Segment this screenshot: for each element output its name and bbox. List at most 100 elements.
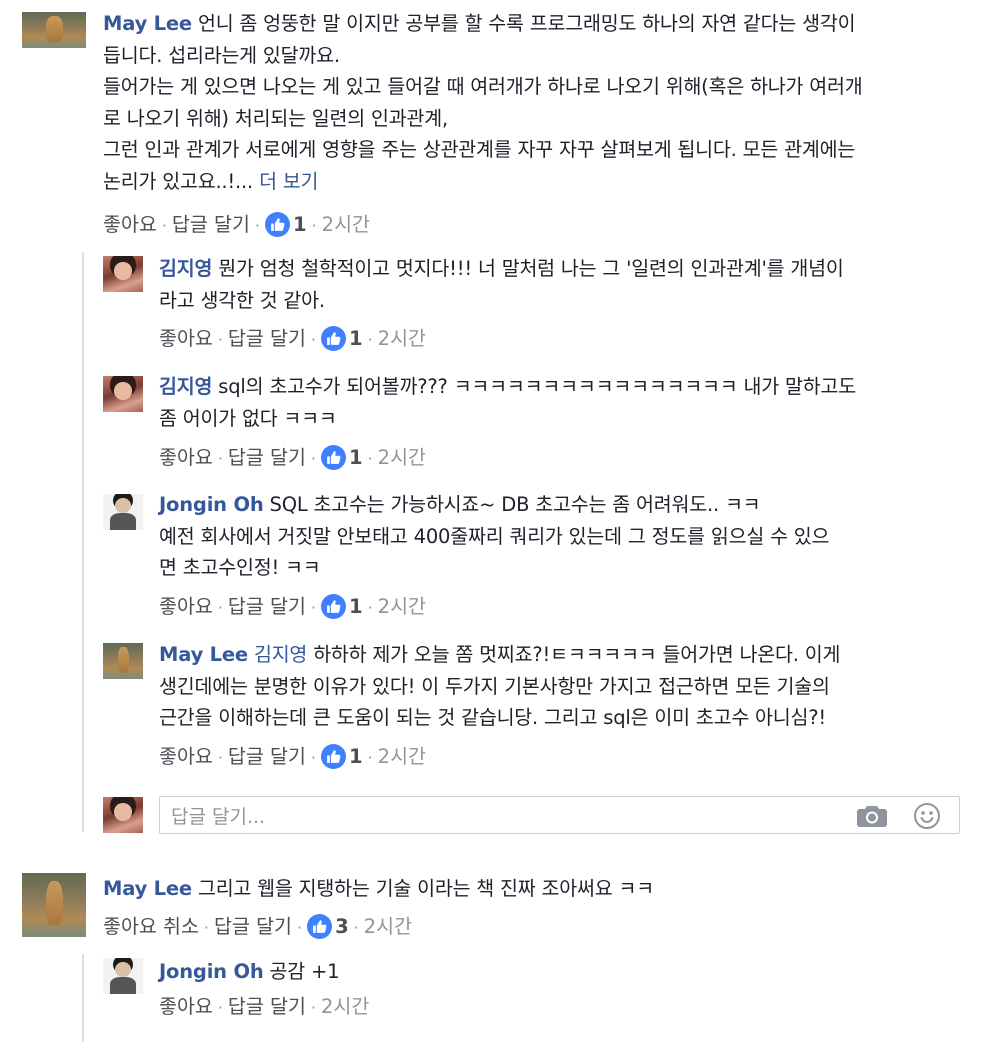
thumbs-up-icon[interactable] <box>307 914 333 939</box>
mention-link[interactable]: 김지영 <box>254 643 307 666</box>
separator: · <box>367 598 373 617</box>
like-button[interactable]: 좋아요 <box>159 446 213 469</box>
timestamp[interactable]: 2시간 <box>378 745 426 768</box>
avatar-kim-jiyoung[interactable] <box>103 376 143 412</box>
timestamp[interactable]: 2시간 <box>378 327 426 350</box>
reply-text: SQL 초고수는 가능하시죠~ DB 초고수는 좀 어려워도.. ㅋㅋ <box>269 493 761 516</box>
timestamp[interactable]: 2시간 <box>322 213 370 236</box>
separator: · <box>311 216 317 235</box>
like-count[interactable]: 1 <box>349 595 363 618</box>
like-button[interactable]: 좋아요 <box>103 213 157 236</box>
thread-line <box>82 954 84 1042</box>
like-button[interactable]: 좋아요 <box>159 595 213 618</box>
reply-actions: 좋아요 · 답글 달기 · 1 · 2시간 <box>159 324 426 355</box>
comment-text: 듭니다. 섭리라는게 있달까요. <box>103 43 340 67</box>
separator: · <box>254 216 260 235</box>
avatar-may-lee[interactable] <box>22 873 86 937</box>
reply-button[interactable]: 답글 달기 <box>228 745 306 768</box>
comment-text: 들어가는 게 있으면 나오는 게 있고 들어갈 때 여러개가 하나로 나오기 위… <box>103 75 863 98</box>
separator: · <box>217 449 223 468</box>
comment: May Lee 그리고 웹을 지탱하는 기술 이라는 책 진짜 조아써요 ㅋㅋ <box>103 873 983 905</box>
reply-input[interactable]: 답글 달기... <box>159 796 960 834</box>
reply-actions: 좋아요 · 답글 달기 · 1 · 2시간 <box>159 742 426 773</box>
separator: · <box>217 748 223 767</box>
comment-author[interactable]: May Lee <box>103 877 192 900</box>
avatar-current-user <box>103 797 143 833</box>
reply-author[interactable]: Jongin Oh <box>159 960 264 983</box>
smiley-icon[interactable] <box>913 802 941 834</box>
timestamp[interactable]: 2시간 <box>321 995 369 1018</box>
comment-actions: 좋아요 · 답글 달기 · 1 · 2시간 <box>103 210 370 241</box>
comment-text: 논리가 있고요..!... <box>103 169 254 193</box>
see-more-link[interactable]: 더 보기 <box>259 170 318 193</box>
separator: · <box>161 216 167 235</box>
avatar-may-lee[interactable] <box>22 12 86 48</box>
reply-button[interactable]: 답글 달기 <box>228 995 306 1018</box>
like-count[interactable]: 1 <box>293 213 307 236</box>
thumbs-up-icon[interactable] <box>320 744 346 769</box>
separator: · <box>310 598 316 617</box>
separator: · <box>203 918 209 937</box>
reply-author[interactable]: 김지영 <box>159 257 212 280</box>
thumbs-up-icon[interactable] <box>320 445 346 470</box>
reply-button[interactable]: 답글 달기 <box>228 327 306 350</box>
reply-button[interactable]: 답글 달기 <box>228 595 306 618</box>
timestamp[interactable]: 2시간 <box>378 446 426 469</box>
reply-actions: 좋아요 · 답글 달기 · 2시간 <box>159 992 369 1023</box>
reply-text: 생긴데에는 분명한 이유가 있다! 이 두가지 기본사항만 가지고 접근하면 모… <box>159 674 830 698</box>
reply-input-placeholder[interactable]: 답글 달기... <box>171 802 265 829</box>
avatar-jongin-oh[interactable] <box>103 958 143 994</box>
comment-text: 그리고 웹을 지탱하는 기술 이라는 책 진짜 조아써요 ㅋㅋ <box>197 877 654 900</box>
like-count[interactable]: 3 <box>335 915 349 938</box>
thread-line <box>82 252 84 832</box>
separator: · <box>310 748 316 767</box>
like-count[interactable]: 1 <box>349 446 363 469</box>
thumbs-up-icon[interactable] <box>320 326 346 351</box>
like-button[interactable]: 좋아요 <box>159 745 213 768</box>
thumbs-up-icon[interactable] <box>264 212 290 237</box>
camera-icon[interactable] <box>857 805 887 831</box>
reply-text: 근간을 이해하는데 큰 도움이 되는 것 같습니당. 그리고 sql은 이미 초… <box>159 706 827 729</box>
timestamp[interactable]: 2시간 <box>378 595 426 618</box>
avatar-kim-jiyoung[interactable] <box>103 256 143 292</box>
separator: · <box>353 918 359 937</box>
unlike-button[interactable]: 좋아요 취소 <box>103 915 199 938</box>
separator: · <box>367 449 373 468</box>
reply-button[interactable]: 답글 달기 <box>214 915 292 938</box>
reply-text: 예전 회사에서 거짓말 안보태고 400줄짜리 쿼리가 있는데 그 정도를 읽으… <box>159 524 830 548</box>
comment-author[interactable]: May Lee <box>103 12 192 35</box>
reply: 김지영 sql의 초고수가 되어볼까??? ㅋㅋㅋㅋㅋㅋㅋㅋㅋㅋㅋㅋㅋㅋㅋㅋ 내… <box>159 371 959 434</box>
reply-author[interactable]: May Lee <box>159 643 248 666</box>
like-count[interactable]: 1 <box>349 327 363 350</box>
like-button[interactable]: 좋아요 <box>159 995 213 1018</box>
reply: Jongin Oh 공감 +1 <box>159 956 959 988</box>
reply: Jongin Oh SQL 초고수는 가능하시죠~ DB 초고수는 좀 어려워도… <box>159 489 959 584</box>
reply-author[interactable]: Jongin Oh <box>159 493 264 516</box>
comment-text: 언니 좀 엉뚱한 말 이지만 공부를 할 수록 프로그래밍도 하나의 자연 같다… <box>197 12 856 35</box>
reply-button[interactable]: 답글 달기 <box>228 446 306 469</box>
comment-actions: 좋아요 취소 · 답글 달기 · 3 · 2시간 <box>103 912 412 943</box>
reply-text: sql의 초고수가 되어볼까??? ㅋㅋㅋㅋㅋㅋㅋㅋㅋㅋㅋㅋㅋㅋㅋㅋ 내가 말하… <box>218 375 856 398</box>
comment-text: 그런 인과 관계가 서로에게 영향을 주는 상관관계를 자꾸 자꾸 살펴보게 됩… <box>103 138 856 161</box>
separator: · <box>217 330 223 349</box>
comment-text: 로 나오기 위해) 처리되는 일련의 인과관계, <box>103 106 448 130</box>
avatar-jongin-oh[interactable] <box>103 494 143 530</box>
reply-text: 라고 생각한 것 같아. <box>159 288 325 312</box>
thumbs-up-icon[interactable] <box>320 594 346 619</box>
separator: · <box>367 330 373 349</box>
avatar-may-lee[interactable] <box>103 643 143 679</box>
separator: · <box>310 449 316 468</box>
timestamp[interactable]: 2시간 <box>364 915 412 938</box>
like-count[interactable]: 1 <box>349 745 363 768</box>
like-button[interactable]: 좋아요 <box>159 327 213 350</box>
reply-text: 하하하 제가 오늘 쫌 멋찌죠?!ㅌㅋㅋㅋㅋㅋ 들어가면 나온다. 이게 <box>313 643 841 666</box>
separator: · <box>310 998 316 1017</box>
separator: · <box>310 330 316 349</box>
reply-text: 뭔가 엄청 철학적이고 멋지다!!! 너 말처럼 나는 그 '일련의 인과관계'… <box>218 257 844 280</box>
separator: · <box>296 918 303 937</box>
reply-actions: 좋아요 · 답글 달기 · 1 · 2시간 <box>159 443 426 474</box>
reply-button[interactable]: 답글 달기 <box>172 213 250 236</box>
reply-author[interactable]: 김지영 <box>159 375 212 398</box>
reply-actions: 좋아요 · 답글 달기 · 1 · 2시간 <box>159 592 426 623</box>
separator: · <box>367 748 373 767</box>
